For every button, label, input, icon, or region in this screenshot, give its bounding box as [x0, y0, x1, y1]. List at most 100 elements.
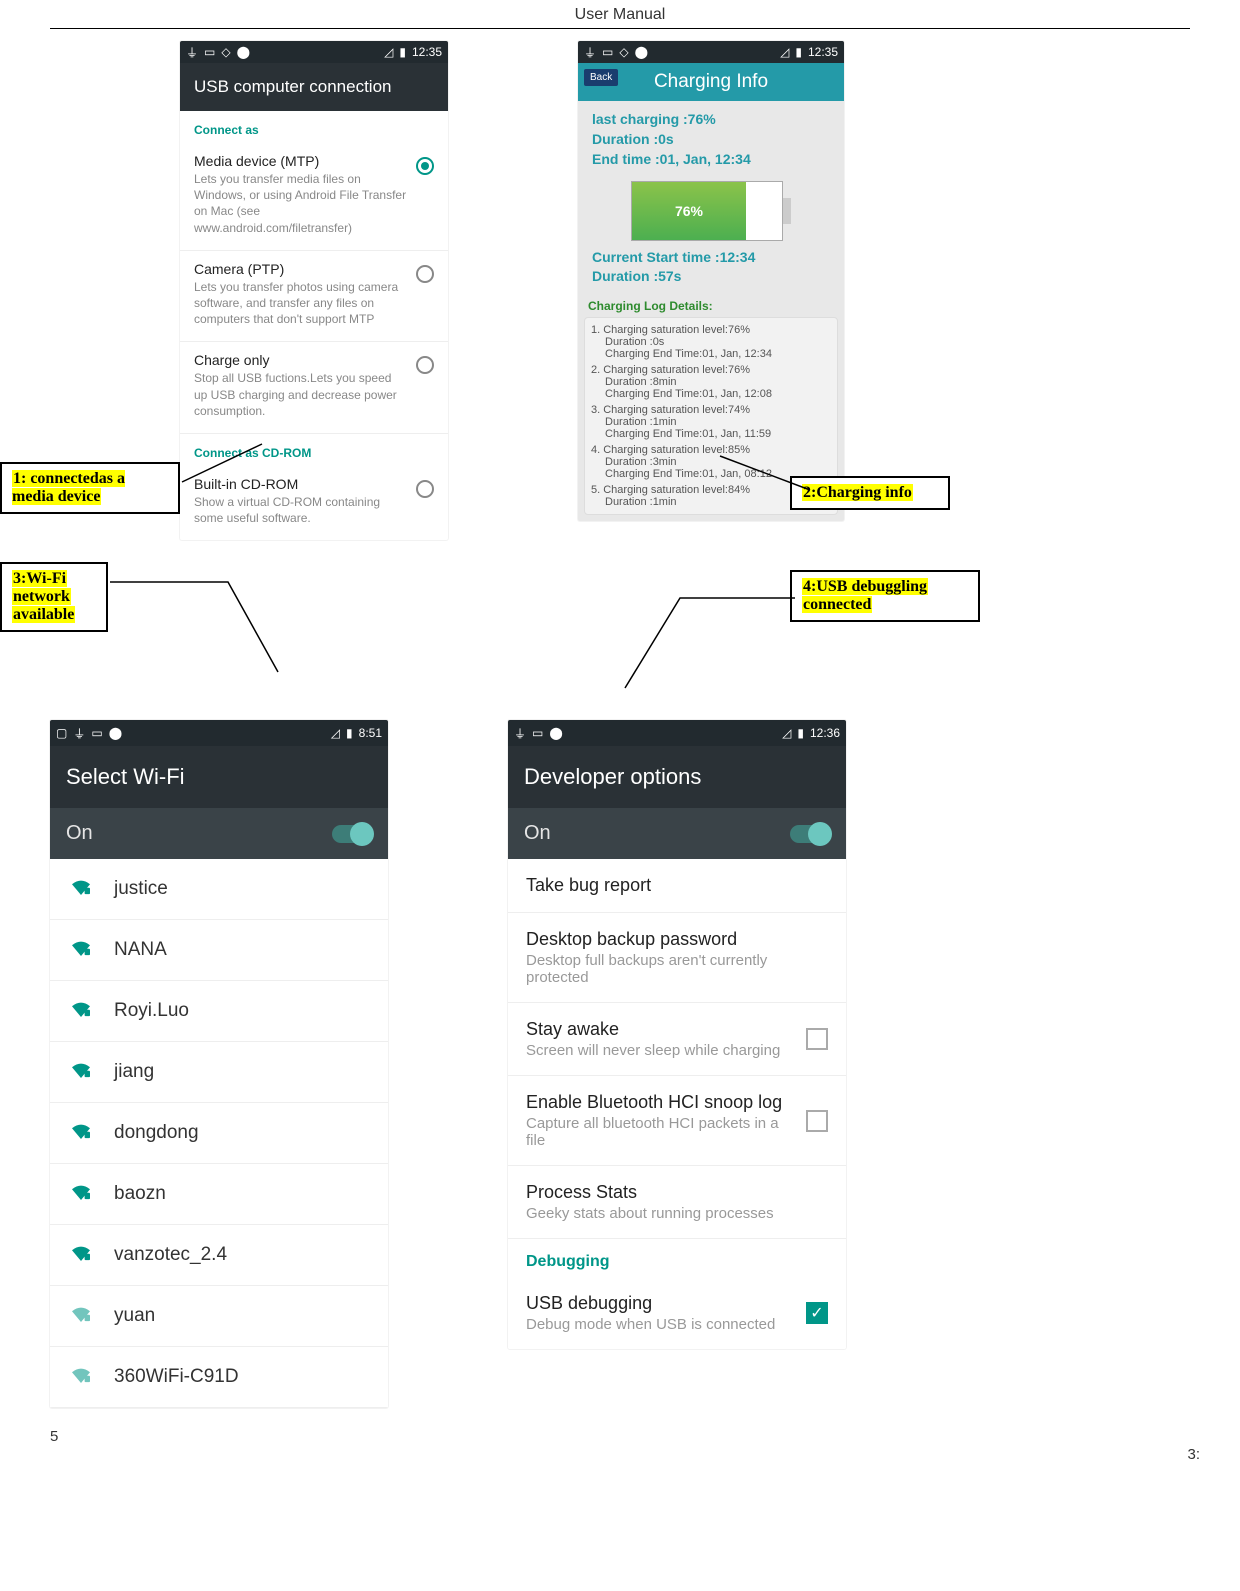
wifi-network-row[interactable]: NANA [50, 920, 388, 981]
callout-line [620, 590, 820, 700]
option-ptp[interactable]: Camera (PTP) Lets you transfer photos us… [180, 251, 448, 343]
battery-icon: ▭ [602, 45, 613, 59]
wifi-network-name: yuan [114, 1305, 155, 1327]
wifi-network-name: Royi.Luo [114, 1000, 189, 1022]
section-connect-as: Connect as [180, 111, 448, 143]
wifi-signal-icon [70, 1060, 92, 1084]
dev-option-usb-debugging[interactable]: USB debugging Debug mode when USB is con… [508, 1277, 846, 1349]
wifi-icon: ◇ [221, 45, 230, 59]
dev-option-title: Stay awake [526, 1019, 792, 1040]
checkbox-icon[interactable] [806, 1110, 828, 1132]
signal-icon: ◿ [782, 726, 791, 740]
wifi-signal-icon [70, 1243, 92, 1267]
usb-icon: ⏚ [186, 44, 198, 61]
radio-icon[interactable] [416, 356, 434, 374]
wifi-signal-icon [70, 999, 92, 1023]
usb-icon: ⏚ [584, 44, 596, 61]
wifi-signal-icon [70, 1365, 92, 1389]
wifi-signal-icon [70, 1121, 92, 1145]
wifi-network-row[interactable]: dongdong [50, 1103, 388, 1164]
wifi-network-name: jiang [114, 1061, 154, 1083]
log-entry: 1. Charging saturation level:76%Duration… [591, 322, 831, 362]
status-bar: ⏚ ▭ ⬤ ◿ ▮ 12:36 [508, 720, 846, 746]
option-title: Camera (PTP) [194, 261, 408, 277]
wifi-network-row[interactable]: jiang [50, 1042, 388, 1103]
signal-icon: ◿ [331, 726, 340, 740]
battery-percent: 76% [632, 182, 746, 240]
wifi-network-name: baozn [114, 1183, 166, 1205]
radio-icon[interactable] [416, 265, 434, 283]
on-label: On [524, 822, 551, 845]
toggle-switch[interactable] [332, 825, 372, 843]
status-bar: ▢ ⏚ ▭ ⬤ ◿ ▮ 8:51 [50, 720, 388, 746]
battery-icon: ▭ [532, 726, 543, 740]
wifi-toggle-row[interactable]: On [50, 808, 388, 859]
log-entry: 2. Charging saturation level:76%Duration… [591, 362, 831, 402]
radio-icon[interactable] [416, 480, 434, 498]
dev-section-debugging: Debugging [508, 1239, 846, 1277]
wifi-network-row[interactable]: 360WiFi-C91D [50, 1347, 388, 1408]
wifi-network-row[interactable]: baozn [50, 1164, 388, 1225]
dev-option-row[interactable]: Take bug report [508, 859, 846, 913]
dev-option-title: Enable Bluetooth HCI snoop log [526, 1092, 792, 1113]
status-time: 12:35 [412, 45, 442, 59]
wifi-signal-icon [70, 1182, 92, 1206]
radio-icon[interactable] [416, 157, 434, 175]
dev-option-title: USB debugging [526, 1293, 792, 1314]
status-time: 8:51 [359, 726, 382, 740]
dev-option-desc: Debug mode when USB is connected [526, 1316, 792, 1333]
usb-icon: ⏚ [73, 725, 85, 742]
dev-option-row[interactable]: Stay awake Screen will never sleep while… [508, 1003, 846, 1076]
current-start-label: Current Start time :12:34 [592, 249, 830, 265]
wifi-title: Select Wi-Fi [50, 746, 388, 808]
battery-graphic: 76% [631, 181, 791, 241]
option-mtp[interactable]: Media device (MTP) Lets you transfer med… [180, 143, 448, 251]
callout-line [108, 572, 288, 692]
dev-option-desc: Desktop full backups aren't currently pr… [526, 952, 828, 986]
last-charging-label: last charging :76% [592, 111, 830, 127]
android-icon: ⬤ [109, 726, 122, 740]
callout-3: 3:Wi-Fi network available [0, 562, 108, 632]
checkbox-icon[interactable] [806, 1302, 828, 1324]
dev-toggle-row[interactable]: On [508, 808, 846, 859]
signal-icon: ◿ [384, 45, 393, 59]
wifi-network-row[interactable]: Royi.Luo [50, 981, 388, 1042]
dev-option-row[interactable]: Process Stats Geeky stats about running … [508, 1166, 846, 1239]
toggle-switch[interactable] [790, 825, 830, 843]
page-number: 5 [50, 1408, 1190, 1445]
dev-option-row[interactable]: Enable Bluetooth HCI snoop log Capture a… [508, 1076, 846, 1166]
log-details-title: Charging Log Details: [578, 295, 844, 317]
current-duration-label: Duration :57s [592, 268, 830, 284]
status-time: 12:35 [808, 45, 838, 59]
wifi-signal-icon [70, 1304, 92, 1328]
duration-label: Duration :0s [592, 131, 830, 147]
dev-option-desc: Screen will never sleep while charging [526, 1042, 792, 1059]
option-desc: Stop all USB fuctions.Lets you speed up … [194, 370, 408, 419]
wifi-network-name: 360WiFi-C91D [114, 1366, 239, 1388]
wifi-network-name: justice [114, 878, 168, 900]
wifi-network-row[interactable]: vanzotec_2.4 [50, 1225, 388, 1286]
option-desc: Lets you transfer media files on Windows… [194, 171, 408, 236]
dev-option-row[interactable]: Desktop backup password Desktop full bac… [508, 913, 846, 1003]
battery-full-icon: ▮ [795, 45, 802, 59]
charging-title: Charging Info [654, 71, 768, 92]
checkbox-icon[interactable] [806, 1028, 828, 1050]
option-charge-only[interactable]: Charge only Stop all USB fuctions.Lets y… [180, 342, 448, 434]
back-button[interactable]: Back [584, 69, 618, 86]
picture-icon: ▢ [56, 726, 67, 740]
dev-option-desc: Capture all bluetooth HCI packets in a f… [526, 1115, 792, 1149]
usb-icon: ⏚ [514, 725, 526, 742]
wifi-signal-icon [70, 938, 92, 962]
battery-icon: ▭ [91, 726, 102, 740]
wifi-icon: ◇ [619, 45, 628, 59]
option-desc: Lets you transfer photos using camera so… [194, 279, 408, 328]
wifi-network-name: vanzotec_2.4 [114, 1244, 227, 1266]
status-bar: ⏚ ▭ ◇ ⬤ ◿ ▮ 12:35 [180, 41, 448, 63]
callout-line [710, 450, 830, 510]
wifi-signal-icon [70, 877, 92, 901]
on-label: On [66, 822, 93, 845]
wifi-network-row[interactable]: yuan [50, 1286, 388, 1347]
app-title: USB computer connection [180, 63, 448, 111]
wifi-network-row[interactable]: justice [50, 859, 388, 920]
option-desc: Show a virtual CD-ROM containing some us… [194, 494, 408, 526]
